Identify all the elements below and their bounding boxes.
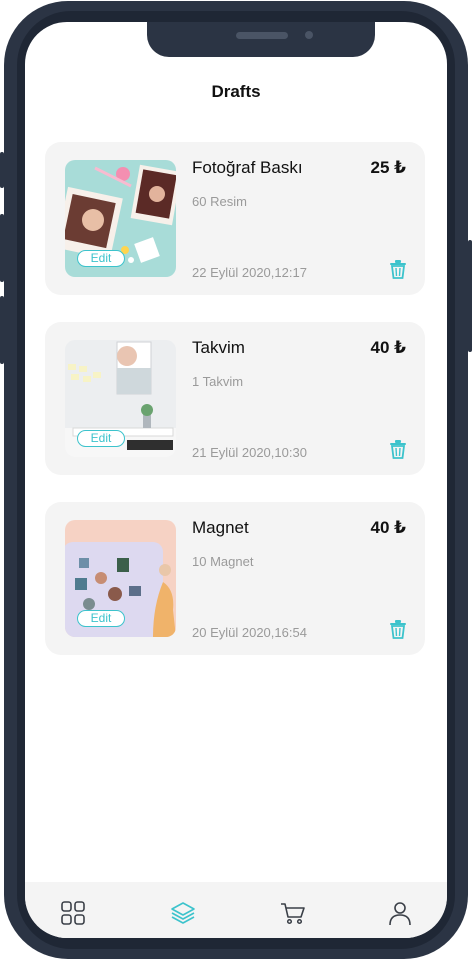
power-button [468,240,472,352]
draft-title: Takvim [192,338,245,357]
edit-button[interactable]: Edit [77,610,125,627]
layers-icon[interactable] [170,900,196,926]
trash-icon[interactable] [388,439,408,459]
grid-icon[interactable] [60,900,86,926]
trash-icon[interactable] [388,619,408,639]
notch [147,22,375,57]
draft-count: 1 Takvim [192,374,244,389]
draft-card-calendar[interactable]: Edit Takvim 40 ₺ 1 Takvim 21 Eylül 2020,… [45,322,425,475]
draft-price: 40 ₺ [370,338,406,357]
draft-price: 40 ₺ [370,518,406,537]
cart-icon[interactable] [280,900,306,926]
page-title: Drafts [211,82,261,101]
speaker-grille [236,32,288,39]
draft-date: 20 Eylül 2020,16:54 [192,625,307,640]
draft-date: 21 Eylül 2020,10:30 [192,445,307,460]
draft-card-magnet[interactable]: Edit Magnet 40 ₺ 10 Magnet 20 Eylül 2020… [45,502,425,655]
trash-icon[interactable] [388,259,408,279]
tab-bar [25,882,447,938]
edit-button[interactable]: Edit [77,250,125,267]
phone-frame: Drafts Edit Fotoğraf Baskı 25 ₺ 60 Resim… [0,0,472,962]
draft-count: 60 Resim [192,194,247,209]
app-screen: Drafts Edit Fotoğraf Baskı 25 ₺ 60 Resim… [25,22,447,938]
draft-title: Fotoğraf Baskı [192,158,303,177]
front-camera [305,31,313,39]
draft-count: 10 Magnet [192,554,254,569]
draft-card-photo-print[interactable]: Edit Fotoğraf Baskı 25 ₺ 60 Resim 22 Eyl… [45,142,425,295]
profile-icon[interactable] [387,900,413,926]
edit-button[interactable]: Edit [77,430,125,447]
draft-title: Magnet [192,518,249,537]
draft-date: 22 Eylül 2020,12:17 [192,265,307,280]
draft-price: 25 ₺ [370,158,406,177]
